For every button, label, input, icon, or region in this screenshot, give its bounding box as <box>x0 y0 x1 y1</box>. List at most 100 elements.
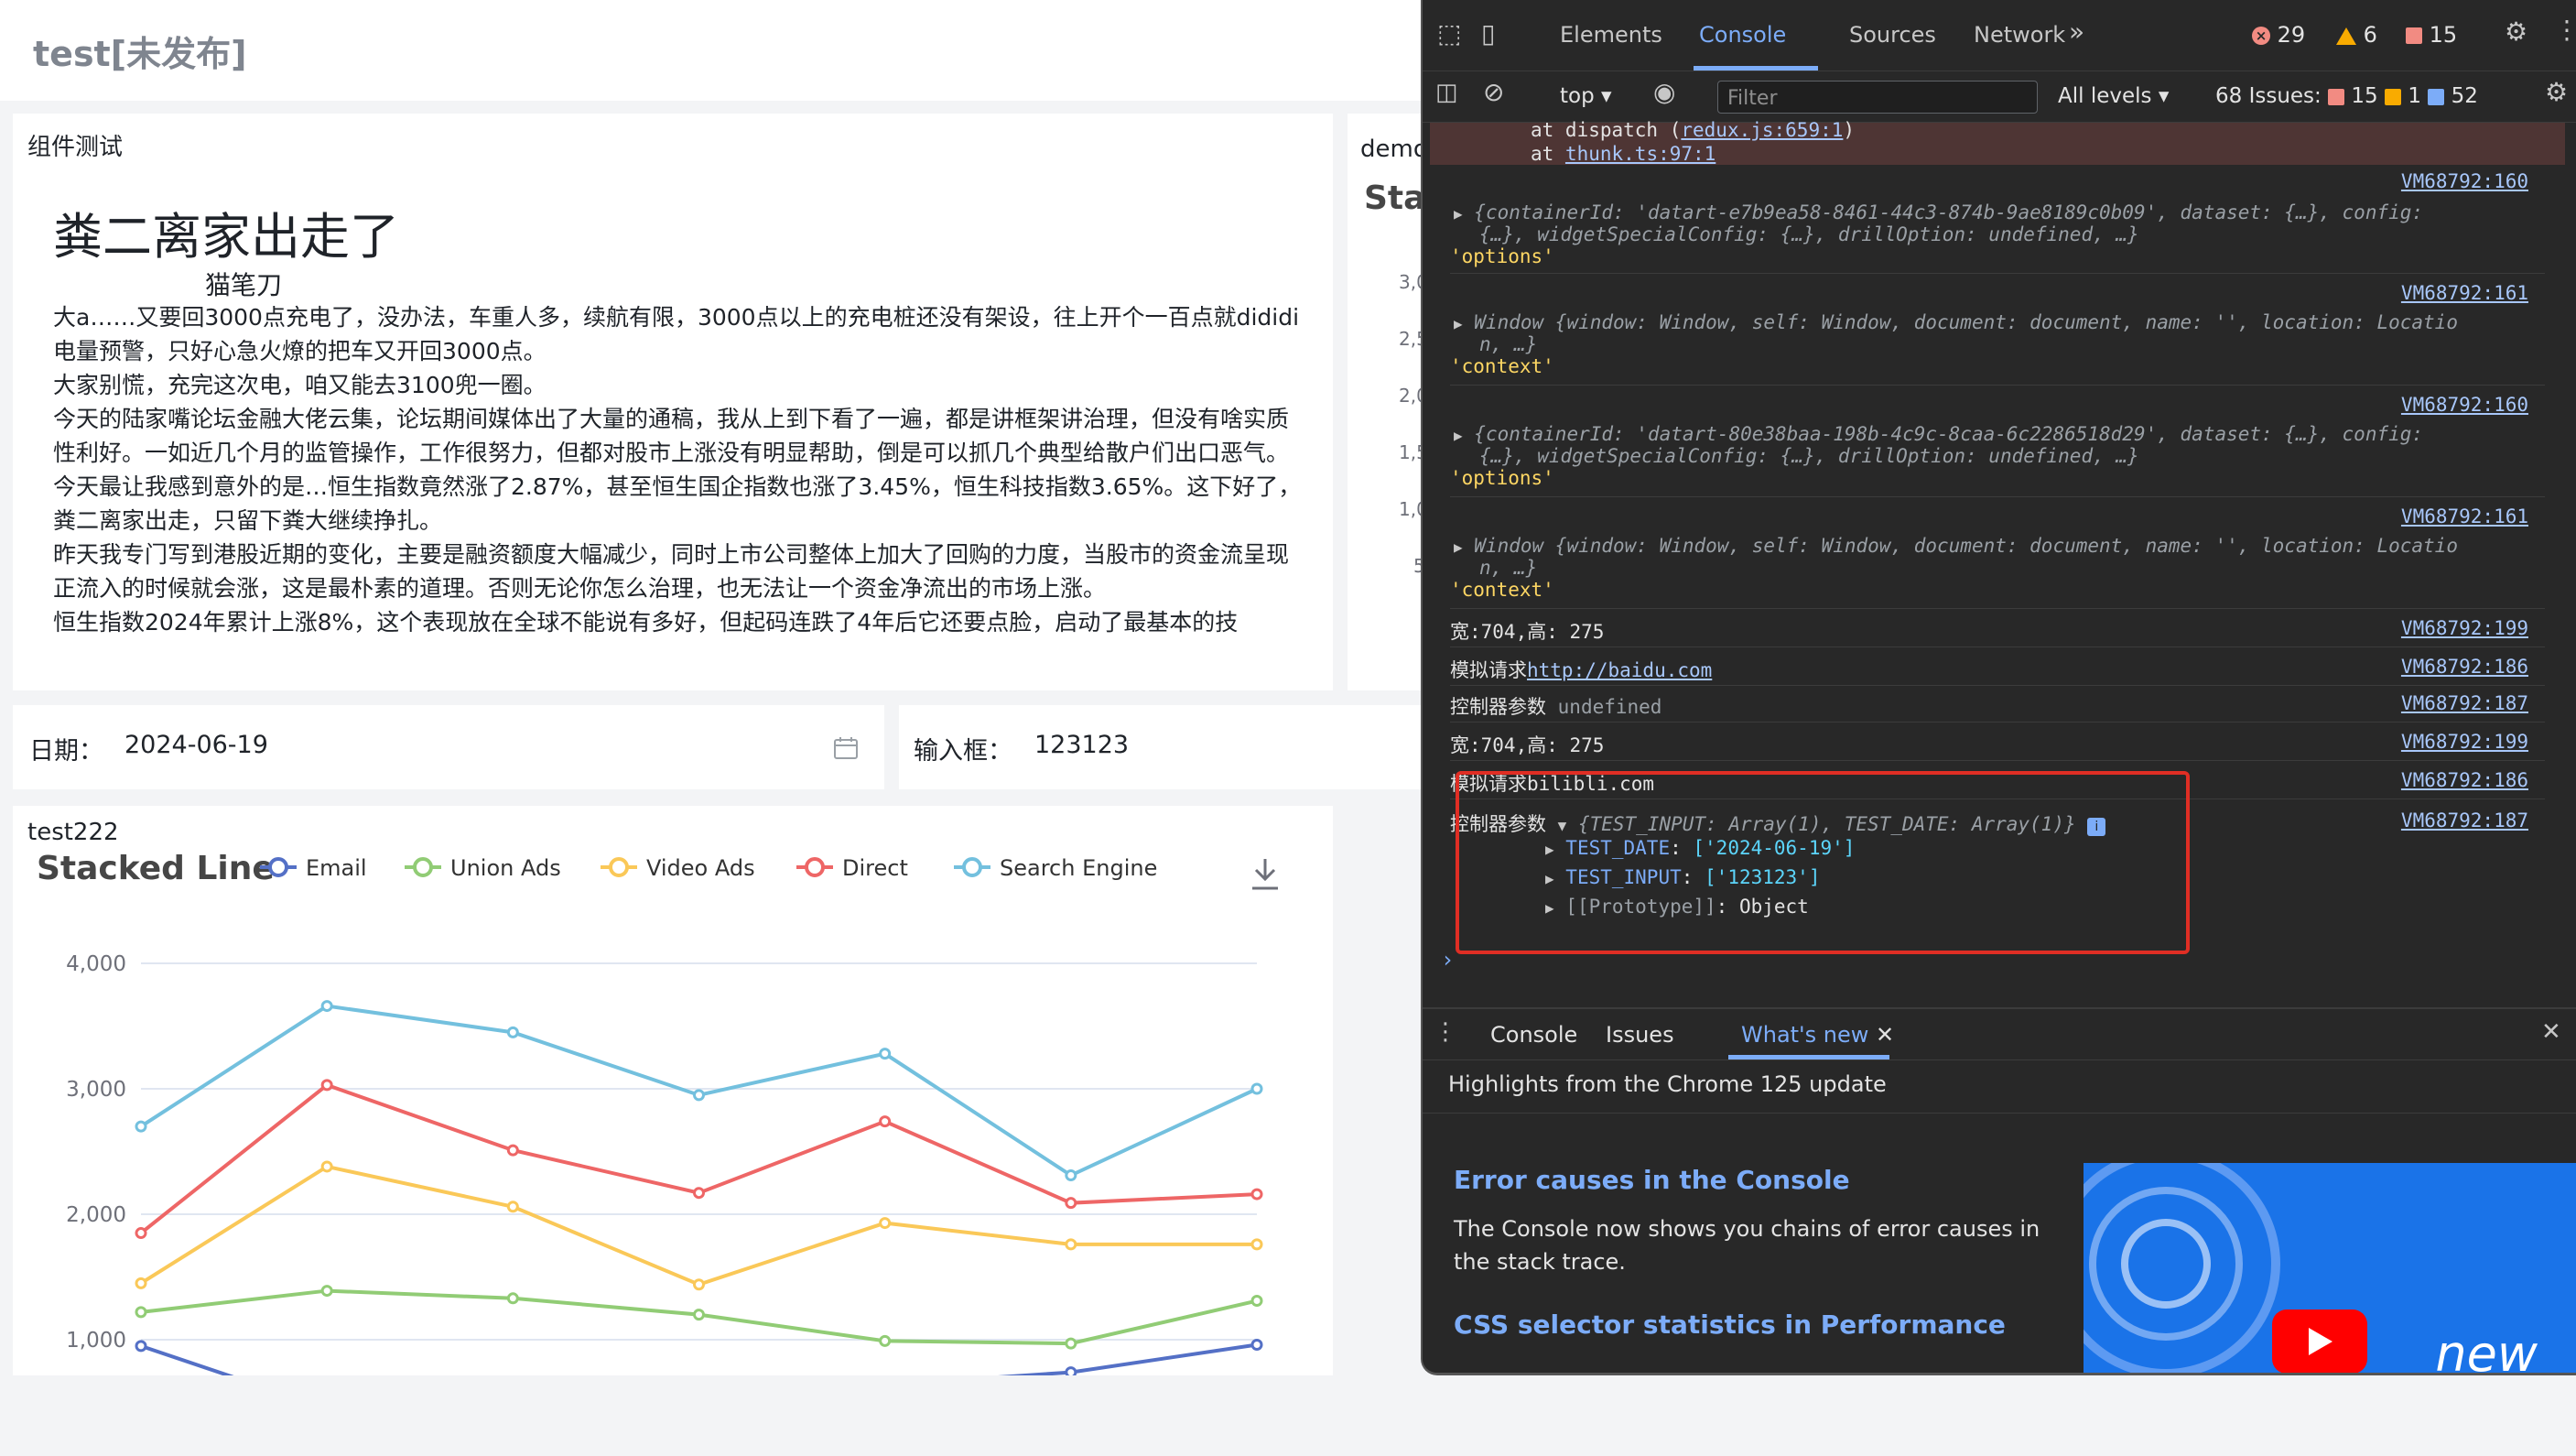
drawer-menu-icon[interactable]: ⋮ <box>1434 1018 1457 1046</box>
whats-new-video-thumbnail[interactable]: new <box>2084 1163 2576 1373</box>
whats-new-heading-1[interactable]: Error causes in the Console <box>1454 1165 1850 1195</box>
whats-new-paragraph: The Console now shows you chains of erro… <box>1454 1216 2040 1275</box>
article-paragraph: 今天最让我感到意外的是…恒生指数竟然涨了2.87%，甚至恒生国企指数也涨了3.4… <box>53 473 1302 534</box>
tab-network[interactable]: Network <box>1974 22 2065 48</box>
text-input[interactable]: 输入框： 123123 <box>899 705 1457 789</box>
warning-icon <box>2336 27 2356 45</box>
live-expression-eye-icon[interactable]: ◉ <box>1653 77 1675 107</box>
log-message: 控制器参数 undefined <box>1450 696 1662 718</box>
kebab-menu-icon[interactable]: ⋮ <box>2554 15 2576 45</box>
tab-elements[interactable]: Elements <box>1560 22 1662 48</box>
log-string: 'options' <box>1450 467 1554 489</box>
source-link[interactable]: VM68792:199 <box>2401 617 2528 639</box>
error-icon: × <box>2252 27 2270 45</box>
source-link[interactable]: VM68792:161 <box>2401 282 2528 304</box>
data-point <box>1250 1295 1263 1308</box>
log-object[interactable]: ▶ {containerId: 'datart-80e38baa-198b-4c… <box>1454 423 2423 445</box>
tab-sources[interactable]: Sources <box>1849 22 1936 48</box>
drawer-tab-whats-new[interactable]: What's new ✕ <box>1741 1022 1894 1048</box>
issues-badge[interactable]: 15 <box>2406 22 2457 48</box>
legend-item: Search Engine <box>1000 855 1157 881</box>
console-filter-input[interactable]: Filter <box>1717 81 2038 114</box>
devtools-tabbar: ⬚ ▯ Elements Console Sources Network » ×… <box>1423 0 2576 71</box>
drawer-tab-issues[interactable]: Issues <box>1606 1022 1674 1048</box>
log-divider <box>1450 385 2545 386</box>
data-point <box>135 1277 147 1289</box>
context-selector[interactable]: top ▾ <box>1560 84 1612 108</box>
y-tick-label: 3,000 <box>66 1078 126 1102</box>
log-string: 'context' <box>1450 579 1554 601</box>
tab-console[interactable]: Console <box>1699 22 1786 48</box>
whats-new-highlights: Highlights from the Chrome 125 update <box>1448 1071 1887 1097</box>
data-point <box>693 1089 705 1102</box>
issues-counter[interactable]: 68 Issues: 15 1 52 <box>2215 84 2478 108</box>
data-point <box>135 1120 147 1133</box>
drawer-tabbar: ⋮ Console Issues What's new ✕ ✕ <box>1423 1009 2576 1060</box>
device-toolbar-icon[interactable]: ▯ <box>1481 18 1495 49</box>
warning-count[interactable]: 6 <box>2336 22 2377 48</box>
data-point <box>320 1079 333 1092</box>
console-settings-gear-icon[interactable]: ⚙ <box>2545 77 2568 107</box>
article-author: 猫笔刀 <box>205 270 283 300</box>
chart-title: Stacked Line <box>37 850 275 887</box>
data-point <box>506 1026 519 1038</box>
chart-card: test222 Stacked Line Email Union Ads Video … <box>13 806 1333 1375</box>
settings-gear-icon[interactable]: ⚙ <box>2505 16 2527 47</box>
series-line-email <box>140 1342 1258 1375</box>
whats-new-heading-2[interactable]: CSS selector statistics in Performance <box>1454 1309 2006 1340</box>
legend-marker <box>609 857 629 877</box>
data-point <box>135 1340 147 1353</box>
console-output: at dispatch (redux.js:659:1) at thunk.ts… <box>1423 119 2576 1007</box>
inspect-element-icon[interactable]: ⬚ <box>1437 18 1461 49</box>
y-tick-label: 1,000 <box>66 1329 126 1353</box>
demo-card-title: demo <box>1360 136 1428 163</box>
drawer-tab-console[interactable]: Console <box>1490 1022 1577 1048</box>
article-body: 大a……又要回3000点充电了，没办法，车重人多，续航有限，3000点以上的充电… <box>53 300 1307 639</box>
log-object[interactable]: ▶ {containerId: 'datart-e7b9ea58-8461-44… <box>1454 201 2423 223</box>
request-link[interactable]: http://baidu.com <box>1527 659 1712 681</box>
more-tabs-icon[interactable]: » <box>2069 16 2084 47</box>
data-point <box>1250 1082 1263 1095</box>
data-point <box>135 1306 147 1319</box>
input-value[interactable]: 123123 <box>1034 731 1129 759</box>
stacked-line-chart: Stacked Line Email Union Ads Video Ads Direc… <box>37 850 1278 1375</box>
log-object[interactable]: ▶ Window {window: Window, self: Window, … <box>1454 535 2458 557</box>
stack-link[interactable]: redux.js:659:1 <box>1681 119 1843 141</box>
close-drawer-icon[interactable]: ✕ <box>2541 1018 2561 1046</box>
console-prompt[interactable]: › <box>1441 947 1454 972</box>
sidebar-toggle-icon[interactable]: ◫ <box>1435 79 1458 106</box>
log-object-cont: {…}, widgetSpecialConfig: {…}, drillOpti… <box>1479 223 2139 245</box>
source-link[interactable]: VM68792:187 <box>2401 809 2528 831</box>
log-levels-dropdown[interactable]: All levels ▾ <box>2058 84 2169 108</box>
youtube-play-icon[interactable] <box>2272 1309 2367 1373</box>
clear-console-icon[interactable]: ⊘ <box>1483 77 1504 107</box>
date-picker[interactable]: 日期： 2024-06-19 <box>13 705 884 789</box>
source-link[interactable]: VM68792:199 <box>2401 731 2528 753</box>
source-link[interactable]: VM68792:160 <box>2401 394 2528 416</box>
article-paragraph: 昨天我专门写到港股近期的变化，主要是融资额度大幅减少，同时上市公司整体上加大了回… <box>53 541 1290 602</box>
data-point <box>506 1201 519 1213</box>
calendar-icon[interactable] <box>833 736 859 760</box>
log-object-cont: {…}, widgetSpecialConfig: {…}, drillOpti… <box>1479 445 2139 467</box>
log-message: 宽:704,高: 275 <box>1450 621 1605 643</box>
log-string: 'options' <box>1450 245 1554 267</box>
source-link[interactable]: VM68792:161 <box>2401 505 2528 527</box>
input-label: 输入框： <box>914 737 1012 766</box>
log-divider <box>1450 685 2545 686</box>
stack-link[interactable]: thunk.ts:97:1 <box>1565 143 1716 165</box>
data-point <box>1250 1238 1263 1251</box>
close-tab-icon[interactable]: ✕ <box>1876 1022 1894 1048</box>
article-paragraph: 今天的陆家嘴论坛金融大佬云集，论坛期间媒体出了大量的通稿，我从上到下看了一遍，都… <box>53 406 1290 466</box>
date-value[interactable]: 2024-06-19 <box>124 731 268 759</box>
source-link[interactable]: VM68792:160 <box>2401 170 2528 192</box>
error-count[interactable]: × 29 <box>2252 22 2305 48</box>
data-point <box>1065 1366 1077 1375</box>
drawer-panel: ⋮ Console Issues What's new ✕ ✕ Highligh… <box>1423 1007 2576 1373</box>
source-link[interactable]: VM68792:187 <box>2401 692 2528 714</box>
log-object[interactable]: ▶ Window {window: Window, self: Window, … <box>1454 311 2458 333</box>
source-link[interactable]: VM68792:186 <box>2401 656 2528 678</box>
data-point <box>693 1278 705 1291</box>
source-link[interactable]: VM68792:186 <box>2401 769 2528 791</box>
log-object-cont: n, …} <box>1479 557 1538 579</box>
log-divider <box>1450 496 2545 497</box>
